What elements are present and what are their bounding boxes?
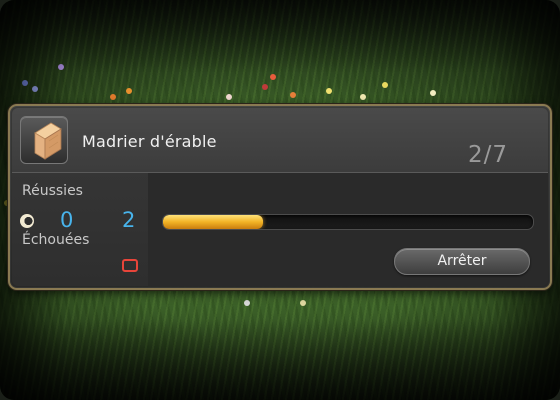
failed-count — [122, 259, 138, 272]
success-hq-count: 0 — [60, 208, 74, 232]
progress-panel: Arrêter — [148, 173, 548, 286]
crafting-header: Madrier d'érable 2/7 — [12, 108, 548, 173]
results-panel: Réussies 0 2 Échouées — [12, 173, 148, 286]
failed-label: Échouées — [22, 232, 90, 248]
item-name: Madrier d'érable — [82, 132, 217, 151]
success-label: Réussies — [22, 183, 83, 199]
stop-button[interactable]: Arrêter — [394, 248, 530, 275]
progress-bar-fill — [163, 215, 263, 229]
progress-bar — [162, 214, 534, 230]
success-nq-count: 2 — [122, 208, 136, 232]
maple-lumber-icon — [20, 116, 68, 164]
crafting-window: Madrier d'érable 2/7 Réussies 0 2 Échoué… — [8, 104, 552, 290]
high-quality-icon — [20, 214, 34, 228]
step-counter: 2/7 — [467, 142, 508, 168]
